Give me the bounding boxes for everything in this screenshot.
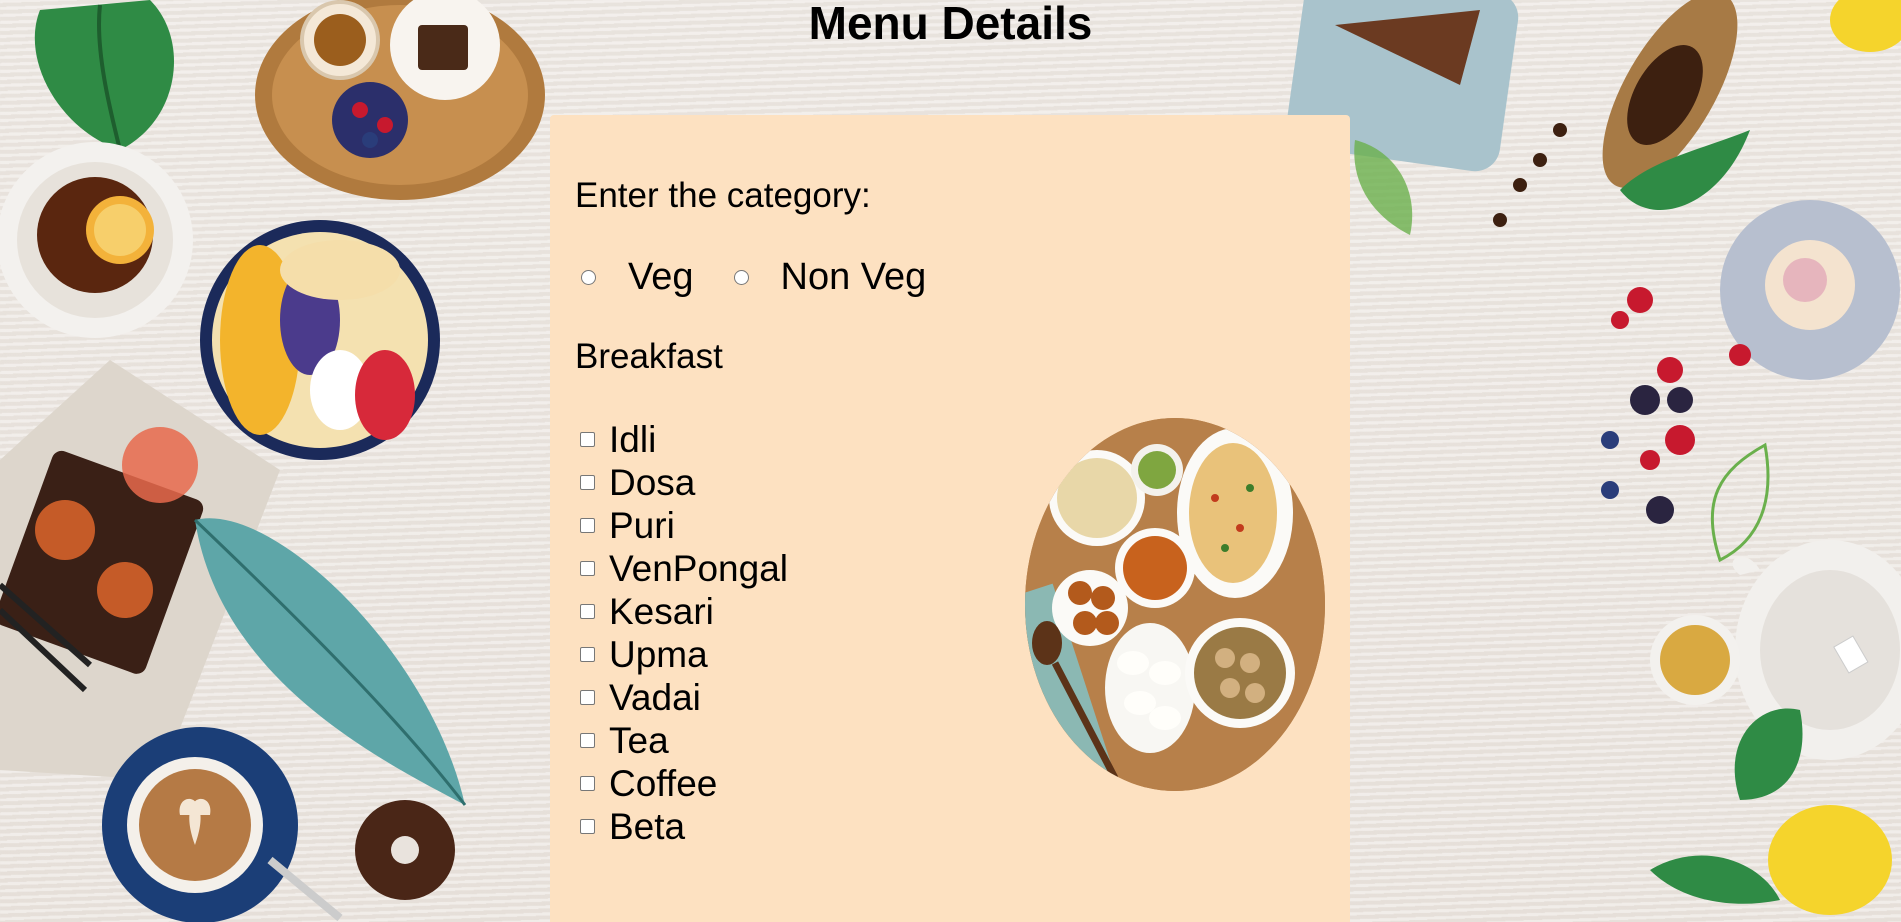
leaf-outline-decoration (1710, 442, 1770, 563)
coffee-checkbox[interactable] (580, 776, 595, 791)
list-item: Puri (575, 504, 788, 547)
tea-glass-decoration (1650, 615, 1740, 705)
palm-leaf-decoration (1354, 140, 1413, 235)
dessert-cup-decoration (1720, 200, 1900, 380)
dosa-checkbox[interactable] (580, 475, 595, 490)
upma-checkbox[interactable] (580, 647, 595, 662)
item-label[interactable]: VenPongal (609, 548, 788, 590)
beta-checkbox[interactable] (580, 819, 595, 834)
list-item: Vadai (575, 676, 788, 719)
venpongal-checkbox[interactable] (580, 561, 595, 576)
item-label[interactable]: Dosa (609, 462, 695, 504)
lemon-decoration-bottom (1650, 708, 1892, 915)
south-indian-breakfast-platter-icon (1025, 418, 1325, 791)
item-label[interactable]: Idli (609, 419, 656, 461)
list-item: Coffee (575, 762, 788, 805)
list-item: VenPongal (575, 547, 788, 590)
breakfast-items-list: Idli Dosa Puri VenPongal Kesari Upma Vad… (575, 418, 788, 848)
item-label[interactable]: Vadai (609, 677, 701, 719)
puri-checkbox[interactable] (580, 518, 595, 533)
veg-radio-label[interactable]: Veg (628, 255, 694, 299)
list-item: Upma (575, 633, 788, 676)
non-veg-radio-label[interactable]: Non Veg (781, 255, 927, 299)
idli-checkbox[interactable] (580, 432, 595, 447)
tea-tray-decoration (0, 360, 280, 780)
item-label[interactable]: Coffee (609, 763, 717, 805)
tea-checkbox[interactable] (580, 733, 595, 748)
item-label[interactable]: Upma (609, 634, 708, 676)
fruit-bowl-decoration (200, 220, 440, 460)
list-item: Kesari (575, 590, 788, 633)
kesari-checkbox[interactable] (580, 604, 595, 619)
list-item: Beta (575, 805, 788, 848)
page-title: Menu Details (808, 0, 1093, 49)
tea-cup-decoration (0, 142, 193, 338)
vadai-checkbox[interactable] (580, 690, 595, 705)
veg-radio-button[interactable] (581, 269, 596, 285)
berries-decoration (1601, 287, 1751, 524)
item-label[interactable]: Tea (609, 720, 669, 762)
non-veg-radio-button[interactable] (733, 269, 749, 285)
list-item: Tea (575, 719, 788, 762)
item-label[interactable]: Kesari (609, 591, 714, 633)
breakfast-food-image (1025, 418, 1325, 791)
item-label[interactable]: Beta (609, 806, 685, 848)
list-item: Idli (575, 418, 788, 461)
menu-form-card: Enter the category: Veg Non Veg Breakfas… (550, 115, 1350, 922)
teapot-decoration (1732, 540, 1901, 760)
leaf-decoration-blue (193, 518, 467, 806)
category-radio-group: Veg Non Veg (575, 255, 960, 299)
coffee-cup-decoration (102, 727, 343, 922)
item-label[interactable]: Puri (609, 505, 675, 547)
category-label: Enter the category: (575, 176, 871, 215)
donut-decoration (355, 800, 455, 900)
list-item: Dosa (575, 461, 788, 504)
section-heading-breakfast: Breakfast (575, 337, 723, 376)
